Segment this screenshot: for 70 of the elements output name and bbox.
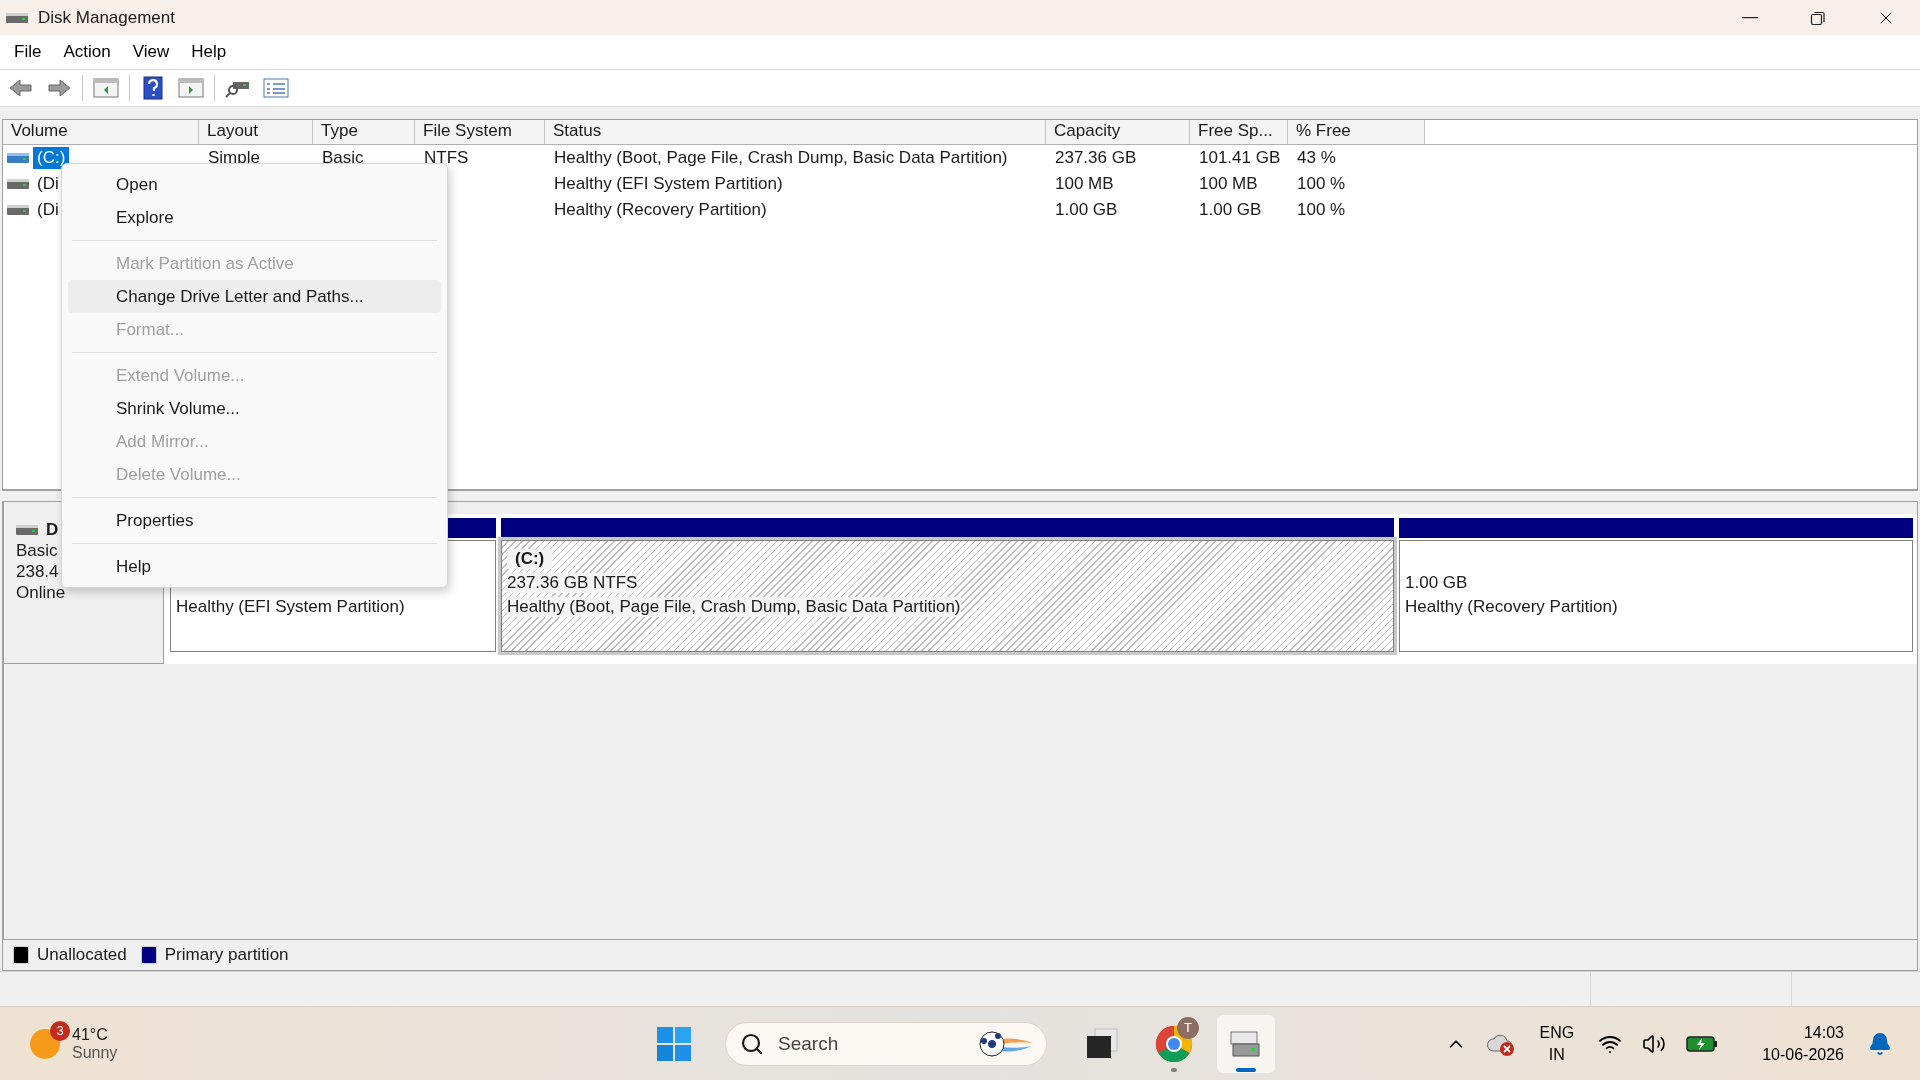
drive-label[interactable]: (C:) [33,147,70,169]
table-cell: Basic [322,148,364,168]
drive-icon [7,178,29,190]
drive-icon [7,152,29,164]
context-menu-item[interactable]: Explore [68,201,441,234]
partition-size: 237.36 GB NTFS [507,573,638,593]
partition-label: (C:) [507,549,553,569]
table-cell: 43 % [1297,148,1336,168]
clock[interactable]: 14:03 10-06-2026 [1756,1021,1850,1066]
context-menu-item[interactable]: Open [68,168,441,201]
window-icon [1085,1027,1119,1060]
table-cell: Healthy (Recovery Partition) [554,200,767,220]
partition-block[interactable]: 1.00 GB Healthy (Recovery Partition) [1399,540,1913,652]
disk-type: Basic [16,541,58,561]
weather-condition: Sunny [72,1043,118,1062]
menu-item[interactable]: Action [55,38,119,66]
menu-item[interactable]: Help [183,38,235,66]
drive-label[interactable]: (Di [33,173,63,195]
column-header[interactable]: % Free [1288,120,1425,144]
legend-label: Primary partition [164,945,289,965]
notification-badge: 3 [50,1020,70,1041]
context-menu-item[interactable]: Change Drive Letter and Paths... [68,280,441,313]
column-header[interactable]: Status [545,120,1046,144]
table-cell: 100 MB [1199,174,1258,194]
search-input[interactable]: Search [776,1031,966,1056]
table-cell: 100 % [1297,174,1346,194]
partition-status: Healthy (EFI System Partition) [176,597,405,617]
taskbar-app[interactable]: T [1145,1014,1203,1073]
table-cell: 1.00 GB [1055,200,1118,220]
restore-icon [1810,9,1826,26]
app-icon [6,11,28,24]
legend-label: Unallocated [37,945,127,965]
temperature: 41°C [72,1025,109,1044]
context-menu-item[interactable]: Properties [68,504,441,537]
search-icon [740,1031,764,1056]
context-menu-item[interactable]: Shrink Volume... [68,392,441,425]
table-cell: Simple [208,148,260,168]
window-title: Disk Management [38,7,176,28]
partition-block[interactable]: (C:) 237.36 GB NTFS Healthy (Boot, Page File, Crash Dump, Basic Data Partition) [501,540,1394,652]
minimize-icon [1742,16,1758,19]
table-cell: 101.41 GB [1199,148,1281,168]
table-cell: Healthy (EFI System Partition) [554,174,783,194]
disk-name: D [46,520,59,540]
column-header[interactable]: Layout [199,120,313,144]
partition-status: Healthy (Boot, Page File, Crash Dump, Basic Data Partition) [507,597,961,617]
sun-icon [28,1026,62,1061]
column-header[interactable]: Capacity [1046,120,1190,144]
disk-status: Online [16,583,66,603]
table-cell: 1.00 GB [1199,200,1262,220]
column-header[interactable]: File System [415,120,545,144]
partition-status: Healthy (Recovery Partition) [1405,597,1618,617]
table-cell: 100 MB [1055,174,1114,194]
partition-size: 1.00 GB [1405,573,1468,593]
menu-item[interactable]: File [6,38,50,66]
drive-icon [7,204,29,216]
table-cell: 100 % [1297,200,1346,220]
column-header[interactable]: Free Sp... [1190,120,1288,144]
table-cell: 237.36 GB [1055,148,1137,168]
drive-label[interactable]: (Di [33,199,63,221]
table-cell: NTFS [424,148,469,168]
ball-icon [978,1028,1034,1059]
column-header[interactable]: Type [313,120,415,144]
menu-item[interactable]: View [124,38,178,66]
windows-logo-icon [656,1025,692,1062]
column-header[interactable]: Volume [3,120,199,144]
disk-size: 238.4 [16,562,59,582]
search-field[interactable]: Search [725,1021,1047,1066]
profile-badge: T [1177,1016,1199,1039]
table-cell: Healthy (Boot, Page File, Crash Dump, Basic Data Partition) [554,148,1008,168]
language-indicator[interactable]: ENG IN [1533,1021,1581,1066]
